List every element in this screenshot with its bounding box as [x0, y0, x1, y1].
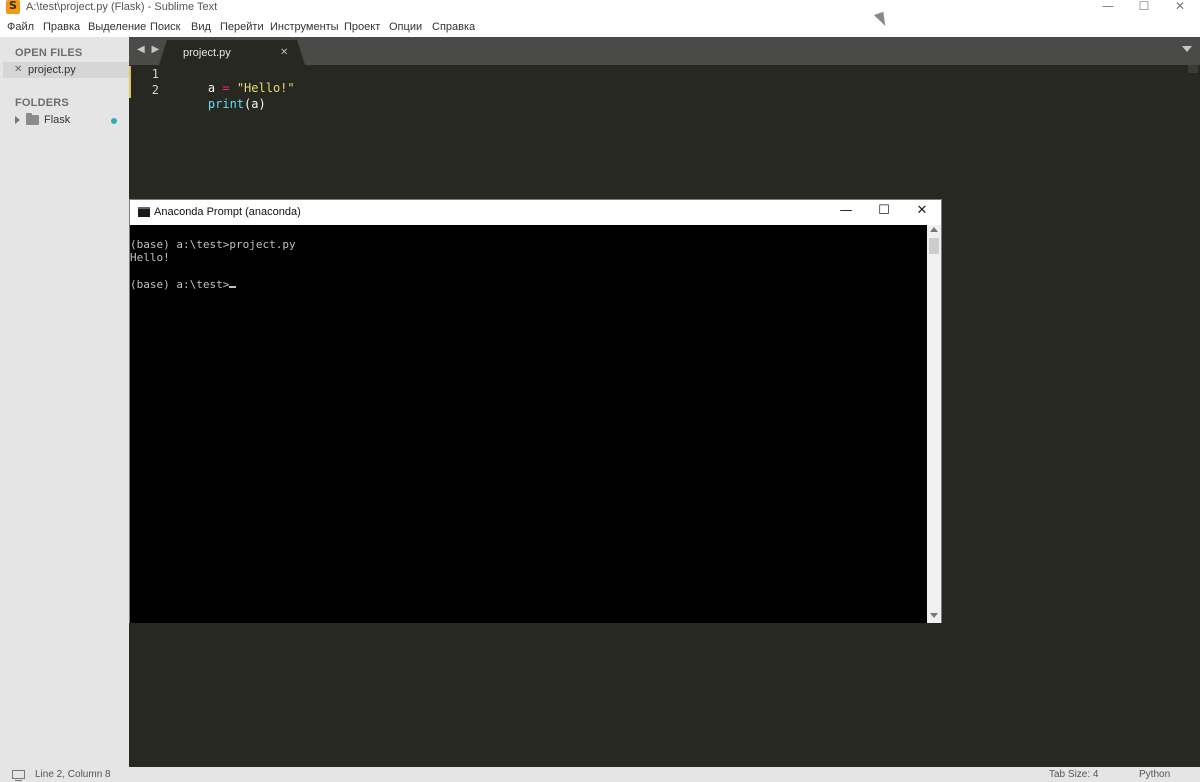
console-window[interactable]: Anaconda Prompt (anaconda) — ☐ ✕ (base) … — [129, 199, 942, 623]
window-titlebar[interactable]: A:\test\project.py (Flask) - Sublime Tex… — [0, 0, 1200, 16]
tab-nav-arrows-icon[interactable]: ◀ ▶ — [137, 44, 161, 55]
open-file-label: project.py — [28, 64, 76, 76]
menu-goto[interactable]: Перейти — [220, 21, 264, 33]
scroll-thumb[interactable] — [929, 238, 939, 254]
console-close-button[interactable]: ✕ — [907, 204, 937, 220]
tab-bar: ◀ ▶ project.py ✕ — [129, 37, 1200, 65]
open-files-heading: OPEN FILES — [15, 47, 83, 59]
folder-label: Flask — [44, 114, 71, 126]
menu-bar: Файл Правка Выделение Поиск Вид Перейти … — [0, 16, 1200, 37]
window-title: A:\test\project.py (Flask) - Sublime Tex… — [26, 1, 218, 13]
folder-icon — [26, 113, 39, 125]
menu-find[interactable]: Поиск — [150, 21, 180, 33]
console-titlebar[interactable]: Anaconda Prompt (anaconda) — ☐ ✕ — [130, 200, 941, 225]
status-bar: Line 2, Column 8 Tab Size: 4 Python — [0, 767, 1200, 782]
console-prompt-line[interactable]: (base) a:\test> — [130, 278, 237, 291]
console-maximize-button[interactable]: ☐ — [869, 204, 899, 220]
chevron-down-icon[interactable] — [1182, 46, 1192, 52]
console-output[interactable]: (base) a:\test>project.py Hello! (base) … — [130, 225, 927, 623]
expand-arrow-icon[interactable] — [15, 116, 20, 124]
menu-view[interactable]: Вид — [191, 21, 211, 33]
tab-close-icon[interactable]: ✕ — [280, 47, 288, 58]
console-title: Anaconda Prompt (anaconda) — [154, 206, 301, 218]
close-icon[interactable]: ✕ — [14, 64, 22, 75]
line-number: 2 — [151, 83, 159, 97]
tab-size-selector[interactable]: Tab Size: 4 — [1049, 769, 1098, 780]
text-cursor — [229, 286, 237, 288]
git-status-dot-icon — [111, 118, 117, 124]
menu-selection[interactable]: Выделение — [88, 21, 146, 33]
menu-file[interactable]: Файл — [7, 21, 34, 33]
sidebar: OPEN FILES ✕ project.py FOLDERS Flask — [0, 37, 129, 767]
scroll-up-icon[interactable] — [930, 227, 938, 232]
sidebar-folder-flask[interactable]: Flask — [0, 112, 129, 128]
menu-help[interactable]: Справка — [432, 21, 475, 33]
close-button[interactable]: ✕ — [1162, 0, 1198, 14]
menu-tools[interactable]: Инструменты — [270, 21, 339, 33]
console-minimize-button[interactable]: — — [831, 204, 861, 220]
menu-project[interactable]: Проект — [344, 21, 380, 33]
line-number: 1 — [151, 67, 159, 81]
panel-toggle-icon[interactable] — [12, 770, 25, 781]
code-token: (a) — [244, 97, 266, 111]
tab-label: project.py — [183, 47, 231, 59]
sidebar-open-file[interactable]: ✕ project.py — [3, 62, 129, 78]
terminal-icon — [138, 207, 150, 217]
scroll-down-icon[interactable] — [930, 613, 938, 618]
syntax-selector[interactable]: Python — [1139, 769, 1170, 780]
code-token: print — [207, 97, 245, 111]
code-line[interactable]: print(a) — [179, 83, 266, 125]
tab-project-py[interactable]: project.py ✕ — [159, 40, 305, 65]
console-line: Hello! — [130, 251, 170, 264]
cursor-position: Line 2, Column 8 — [35, 769, 111, 780]
sublime-text-icon — [6, 0, 20, 14]
editor-scrollbar[interactable] — [1188, 65, 1198, 73]
folders-heading: FOLDERS — [15, 97, 69, 109]
console-scrollbar[interactable] — [927, 225, 941, 623]
menu-edit[interactable]: Правка — [43, 21, 80, 33]
console-prompt: (base) a:\test> — [130, 278, 230, 291]
minimize-button[interactable]: — — [1090, 0, 1126, 14]
console-line: (base) a:\test>project.py — [130, 238, 296, 251]
menu-preferences[interactable]: Опции — [389, 21, 422, 33]
maximize-button[interactable]: ☐ — [1126, 0, 1162, 14]
